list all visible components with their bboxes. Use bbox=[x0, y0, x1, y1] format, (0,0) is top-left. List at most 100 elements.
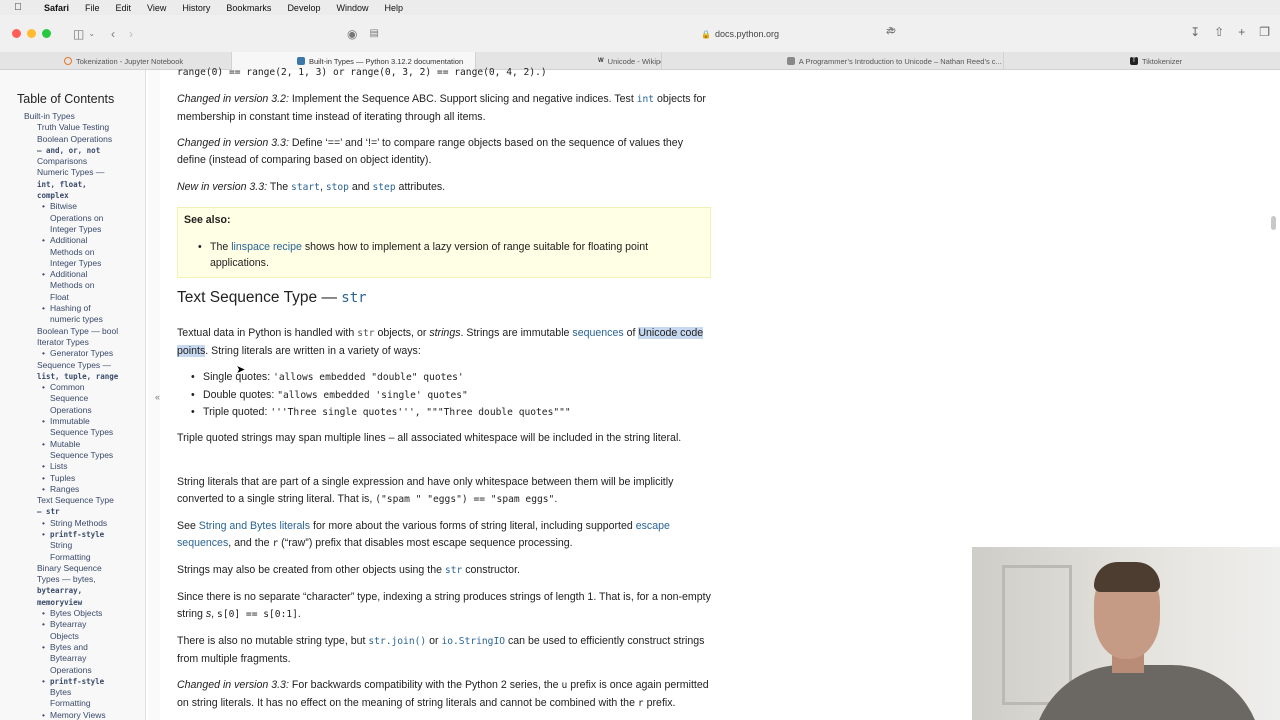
new-tab-icon[interactable]: + bbox=[1238, 25, 1245, 39]
toc-item[interactable]: Sequence Types — bbox=[17, 360, 145, 371]
toc-item[interactable]: Immutable bbox=[17, 416, 145, 428]
page-scrollbar[interactable] bbox=[1271, 216, 1276, 230]
toc-item[interactable]: Common bbox=[17, 382, 145, 394]
reload-icon[interactable]: ↻ bbox=[888, 26, 896, 37]
menu-view[interactable]: View bbox=[139, 3, 174, 13]
toc-item[interactable]: Memory Views bbox=[17, 710, 145, 720]
toc-item[interactable]: Additional bbox=[17, 235, 145, 247]
string-bytes-literals-link[interactable]: String and Bytes literals bbox=[199, 520, 310, 532]
chevron-down-icon[interactable]: ⌄ bbox=[88, 29, 95, 38]
zoom-window-button[interactable] bbox=[42, 29, 51, 38]
menu-history[interactable]: History bbox=[174, 3, 218, 13]
toc-item[interactable]: Bytes bbox=[17, 687, 145, 698]
toc-item[interactable]: Operations bbox=[17, 405, 145, 416]
toc-item[interactable]: Tuples bbox=[17, 473, 145, 485]
toc-item[interactable]: String Methods bbox=[17, 518, 145, 530]
share-icon[interactable]: ⇧ bbox=[1214, 25, 1224, 39]
lock-icon: 🔒 bbox=[700, 29, 711, 39]
toc-item[interactable]: complex bbox=[17, 190, 145, 201]
menu-develop[interactable]: Develop bbox=[279, 3, 328, 13]
menu-file[interactable]: File bbox=[77, 3, 108, 13]
toc-item[interactable]: Integer Types bbox=[17, 258, 145, 269]
toc-item[interactable]: printf-style bbox=[17, 676, 145, 688]
toc-item[interactable]: Additional bbox=[17, 269, 145, 281]
toc-item[interactable]: Lists bbox=[17, 461, 145, 473]
toc-item[interactable]: — str bbox=[17, 506, 145, 517]
toc-item[interactable]: Types — bytes, bbox=[17, 574, 145, 585]
toc-item[interactable]: Iterator Types bbox=[17, 337, 145, 348]
extension-icon[interactable]: ◉ bbox=[347, 27, 357, 41]
toc-item[interactable]: Generator Types bbox=[17, 348, 145, 360]
toc-item[interactable]: Comparisons bbox=[17, 156, 145, 167]
toc-item[interactable]: Boolean Operations bbox=[17, 134, 145, 145]
minimize-window-button[interactable] bbox=[27, 29, 36, 38]
toc-item[interactable]: printf-style bbox=[17, 529, 145, 541]
list-item: Double quotes: "allows embedded 'single'… bbox=[177, 387, 711, 405]
linspace-recipe-link[interactable]: linspace recipe bbox=[231, 241, 302, 253]
address-bar[interactable]: 🔒 docs.python.org bbox=[590, 26, 890, 42]
toc-item[interactable]: int, float, bbox=[17, 179, 145, 190]
menu-edit[interactable]: Edit bbox=[108, 3, 140, 13]
stringio-link[interactable]: io.StringIO bbox=[441, 636, 505, 647]
sidebar-toggle-icon[interactable]: ◫ bbox=[73, 27, 84, 41]
toc-item[interactable]: bytearray, bbox=[17, 585, 145, 596]
step-link[interactable]: step bbox=[373, 182, 396, 193]
str-link[interactable]: str bbox=[445, 565, 462, 576]
toc-item[interactable]: list, tuple, range bbox=[17, 371, 145, 382]
close-window-button[interactable] bbox=[12, 29, 21, 38]
toc-item[interactable]: Sequence Types bbox=[17, 427, 145, 438]
toc-item[interactable]: Float bbox=[17, 292, 145, 303]
toc-item[interactable]: Integer Types bbox=[17, 224, 145, 235]
toc-item[interactable]: Ranges bbox=[17, 484, 145, 496]
range-equality-line: range(0) == range(2, 1, 3) or range(0, 3… bbox=[177, 64, 711, 82]
tab-unicode-intro[interactable]: A Programmer’s Introduction to Unicode –… bbox=[662, 52, 1004, 70]
int-link[interactable]: int bbox=[637, 94, 654, 105]
toc-item[interactable]: Binary Sequence bbox=[17, 563, 145, 574]
toolbar-right-actions: ↧ ⇧ + ❐ bbox=[1190, 25, 1270, 39]
toc-item[interactable]: numeric types bbox=[17, 314, 145, 325]
toc-item[interactable]: Bytes Objects bbox=[17, 608, 145, 620]
toc-item[interactable]: Boolean Type — bool bbox=[17, 326, 145, 337]
toc-item[interactable]: Methods on bbox=[17, 280, 145, 291]
back-icon[interactable]: ‹ bbox=[111, 27, 115, 41]
tab-tiktokenizer[interactable]: T Tiktokenizer bbox=[1004, 52, 1280, 70]
toc-item[interactable]: Numeric Types — bbox=[17, 167, 145, 178]
toc-item[interactable]: Sequence Types bbox=[17, 450, 145, 461]
toc-item-label: Generator Types bbox=[50, 348, 114, 359]
toc-item[interactable]: Built-in Types bbox=[17, 111, 145, 122]
reader-icon[interactable]: ▤ bbox=[370, 28, 379, 39]
download-icon[interactable]: ↧ bbox=[1190, 25, 1200, 39]
toc-item[interactable]: Formatting bbox=[17, 552, 145, 563]
tab-overview-icon[interactable]: ❐ bbox=[1259, 25, 1270, 39]
toc-item[interactable]: — and, or, not bbox=[17, 145, 145, 156]
forward-icon[interactable]: › bbox=[129, 27, 133, 41]
toc-item[interactable]: Mutable bbox=[17, 439, 145, 451]
sequences-link[interactable]: sequences bbox=[572, 327, 623, 339]
toc-item[interactable]: Truth Value Testing bbox=[17, 122, 145, 133]
toc-item[interactable]: Bytes and bbox=[17, 642, 145, 654]
menu-window[interactable]: Window bbox=[328, 3, 376, 13]
toc-item[interactable]: Operations bbox=[17, 665, 145, 676]
toc-item[interactable]: memoryview bbox=[17, 597, 145, 608]
str-join-link[interactable]: str.join() bbox=[368, 636, 426, 647]
toc-item[interactable]: Hashing of bbox=[17, 303, 145, 315]
toc-item-label: — and, or, not bbox=[37, 145, 101, 155]
toc-item[interactable]: Sequence bbox=[17, 393, 145, 404]
menu-bookmarks[interactable]: Bookmarks bbox=[218, 3, 279, 13]
toc-item[interactable]: Objects bbox=[17, 631, 145, 642]
menu-help[interactable]: Help bbox=[376, 3, 411, 13]
stop-link[interactable]: stop bbox=[326, 182, 349, 193]
toc-item[interactable]: Methods on bbox=[17, 247, 145, 258]
toc-item[interactable]: Text Sequence Type bbox=[17, 495, 145, 506]
toc-item[interactable]: Operations on bbox=[17, 213, 145, 224]
toc-item[interactable]: Formatting bbox=[17, 698, 145, 709]
toc-title: Table of Contents bbox=[17, 92, 115, 106]
start-link[interactable]: start bbox=[291, 182, 320, 193]
toc-item[interactable]: String bbox=[17, 540, 145, 551]
toc-item[interactable]: Bytearray bbox=[17, 653, 145, 664]
toc-item[interactable]: Bytearray bbox=[17, 619, 145, 631]
apple-icon[interactable]:  bbox=[0, 2, 36, 13]
toc-item[interactable]: Bitwise bbox=[17, 201, 145, 213]
menu-app[interactable]: Safari bbox=[36, 3, 77, 13]
collapse-sidebar-icon[interactable]: « bbox=[155, 392, 160, 402]
